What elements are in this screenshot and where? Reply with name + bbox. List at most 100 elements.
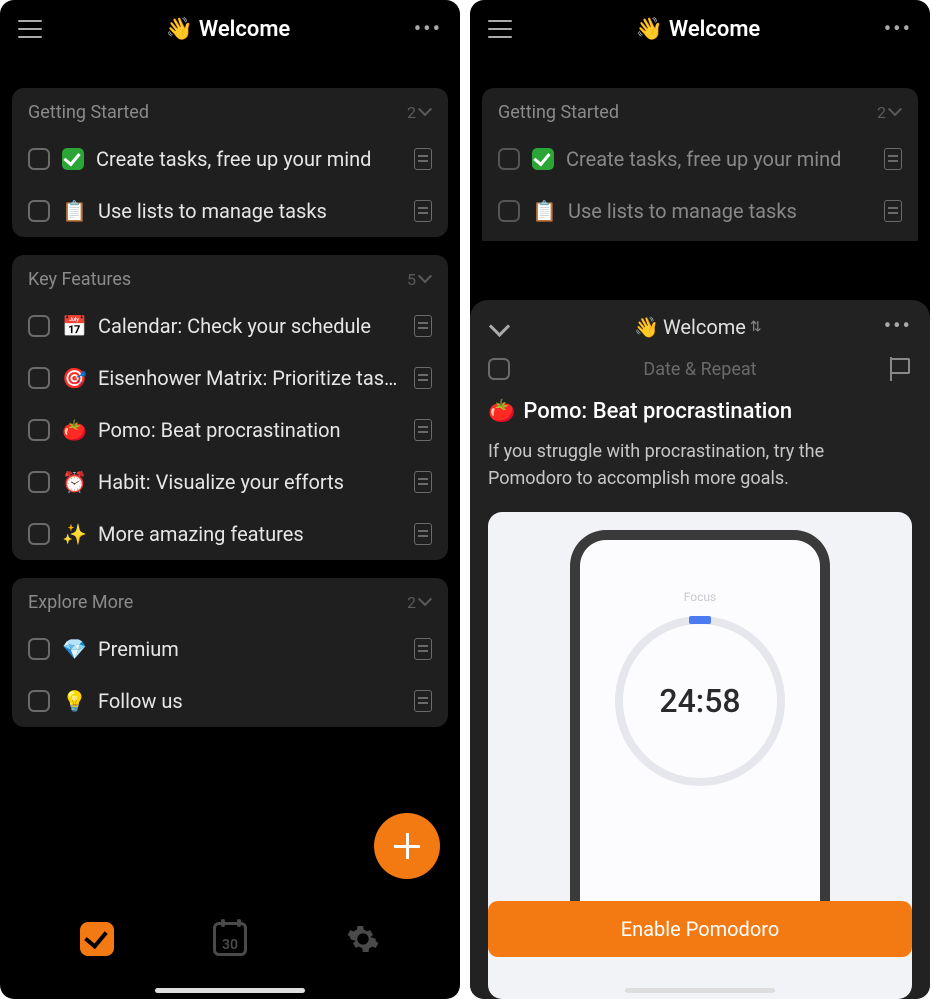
more-icon[interactable]: •••: [884, 17, 912, 42]
task-row[interactable]: 📅 Calendar: Check your schedule: [12, 300, 448, 352]
task-label: Habit: Visualize your efforts: [98, 470, 402, 494]
phone-screen-list: 👋 Welcome ••• Getting Started 2 Create t…: [0, 0, 460, 999]
section-header[interactable]: Getting Started 2: [12, 88, 448, 133]
sparkles-icon: ✨: [62, 522, 86, 546]
task-checkbox[interactable]: [28, 367, 50, 389]
phone-screen-detail: 👋 Welcome ••• Getting Started 2 Create t…: [470, 0, 930, 999]
task-label: More amazing features: [98, 522, 402, 546]
task-checkbox[interactable]: [28, 200, 50, 222]
task-row[interactable]: 📋 Use lists to manage tasks: [482, 185, 918, 237]
add-task-button[interactable]: [374, 813, 440, 879]
page-title-text: Welcome: [199, 17, 290, 42]
tab-bar: 30: [0, 899, 460, 979]
section-count: 2: [407, 103, 432, 122]
task-label: Calendar: Check your schedule: [98, 314, 402, 338]
chevron-down-icon: [890, 107, 902, 119]
task-label: Use lists to manage tasks: [568, 199, 872, 223]
task-label: Create tasks, free up your mind: [96, 147, 402, 171]
task-checkbox[interactable]: [28, 471, 50, 493]
section-header[interactable]: Getting Started 2: [482, 88, 918, 133]
task-label: Create tasks, free up your mind: [566, 147, 872, 171]
top-bar: 👋 Welcome •••: [0, 0, 460, 58]
detail-title-text: Pomo: Beat procrastination: [523, 399, 792, 424]
note-icon[interactable]: [414, 690, 432, 712]
section-count: 5: [407, 270, 432, 289]
section-count: 2: [407, 593, 432, 612]
task-checkbox[interactable]: [28, 419, 50, 441]
task-checkbox[interactable]: [28, 148, 50, 170]
task-row[interactable]: Create tasks, free up your mind: [482, 133, 918, 185]
wave-icon: 👋: [165, 17, 192, 42]
clipboard-icon: 📋: [532, 199, 556, 223]
wave-icon: 👋: [635, 17, 662, 42]
task-row[interactable]: 📋 Use lists to manage tasks: [12, 185, 448, 237]
task-row[interactable]: 💡 Follow us: [12, 675, 448, 727]
menu-icon[interactable]: [488, 20, 512, 38]
home-indicator[interactable]: [155, 988, 305, 993]
collapse-icon[interactable]: [488, 315, 512, 339]
detail-breadcrumb[interactable]: 👋 Welcome ⇅: [634, 315, 762, 339]
clipboard-icon: 📋: [62, 199, 86, 223]
section-title: Explore More: [28, 592, 133, 613]
section-title: Getting Started: [498, 102, 619, 123]
note-icon[interactable]: [884, 200, 902, 222]
note-icon[interactable]: [414, 148, 432, 170]
page-title: 👋 Welcome: [635, 17, 760, 42]
home-indicator[interactable]: [625, 988, 775, 993]
note-icon[interactable]: [414, 638, 432, 660]
task-row[interactable]: 🎯 Eisenhower Matrix: Prioritize tasks: [12, 352, 448, 404]
flag-icon[interactable]: [890, 357, 912, 381]
chevron-down-icon: [420, 274, 432, 286]
task-row[interactable]: ✨ More amazing features: [12, 508, 448, 560]
note-icon[interactable]: [884, 148, 902, 170]
menu-icon[interactable]: [18, 20, 42, 38]
enable-pomodoro-button[interactable]: Enable Pomodoro: [488, 901, 912, 957]
task-checkbox[interactable]: [28, 690, 50, 712]
section-explore-more: Explore More 2 💎 Premium 💡 Follow us: [12, 578, 448, 727]
top-bar: 👋 Welcome •••: [470, 0, 930, 58]
task-checkbox[interactable]: [28, 638, 50, 660]
tab-tasks[interactable]: [80, 922, 114, 956]
breadcrumb-label: Welcome: [663, 315, 746, 339]
task-checkbox[interactable]: [28, 523, 50, 545]
tomato-icon: 🍅: [488, 399, 515, 424]
note-icon[interactable]: [414, 471, 432, 493]
note-icon[interactable]: [414, 367, 432, 389]
more-icon[interactable]: •••: [884, 314, 912, 339]
target-icon: 🎯: [62, 366, 86, 390]
checkmark-icon: [62, 148, 84, 170]
focus-label: Focus: [684, 590, 716, 604]
task-checkbox[interactable]: [498, 148, 520, 170]
more-icon[interactable]: •••: [414, 17, 442, 42]
detail-meta-row: Date & Repeat: [488, 357, 912, 381]
detail-description: If you struggle with procrastination, tr…: [488, 438, 912, 492]
note-icon[interactable]: [414, 419, 432, 441]
task-row[interactable]: 💎 Premium: [12, 623, 448, 675]
section-getting-started: Getting Started 2 Create tasks, free up …: [12, 88, 448, 237]
task-label: Pomo: Beat procrastination: [98, 418, 402, 442]
section-header[interactable]: Explore More 2: [12, 578, 448, 623]
task-checkbox[interactable]: [498, 200, 520, 222]
task-checkbox[interactable]: [488, 358, 510, 380]
section-header[interactable]: Key Features 5: [12, 255, 448, 300]
timer-progress-tick: [689, 616, 711, 624]
note-icon[interactable]: [414, 523, 432, 545]
task-row[interactable]: 🍅 Pomo: Beat procrastination: [12, 404, 448, 456]
section-getting-started: Getting Started 2 Create tasks, free up …: [482, 88, 918, 241]
note-icon[interactable]: [414, 315, 432, 337]
page-title: 👋 Welcome: [165, 17, 290, 42]
chevron-down-icon: [420, 597, 432, 609]
section-key-features: Key Features 5 📅 Calendar: Check your sc…: [12, 255, 448, 560]
bulb-icon: 💡: [62, 689, 86, 713]
task-row[interactable]: ⏰ Habit: Visualize your efforts: [12, 456, 448, 508]
task-label: Follow us: [98, 689, 402, 713]
task-sections-dimmed: Getting Started 2 Create tasks, free up …: [470, 58, 930, 241]
alarm-icon: ⏰: [62, 470, 86, 494]
tab-calendar[interactable]: 30: [213, 922, 247, 956]
date-repeat-button[interactable]: Date & Repeat: [526, 359, 874, 380]
detail-header: 👋 Welcome ⇅ •••: [488, 314, 912, 339]
task-row[interactable]: Create tasks, free up your mind: [12, 133, 448, 185]
note-icon[interactable]: [414, 200, 432, 222]
tab-settings[interactable]: [346, 922, 380, 956]
task-checkbox[interactable]: [28, 315, 50, 337]
